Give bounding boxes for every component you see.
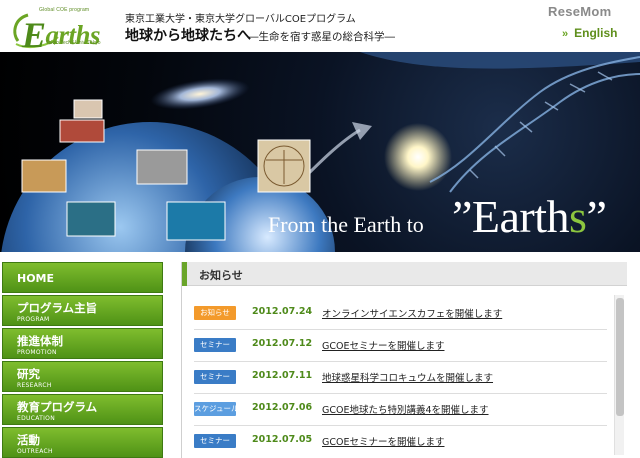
tile-fossil [73, 99, 103, 119]
news-link[interactable]: GCOEセミナーを開催します [322, 434, 444, 448]
hero-banner: From the Earth to ”Earths” [0, 52, 640, 252]
news-row: セミナー 2012.07.12 GCOEセミナーを開催します [194, 330, 607, 362]
category-badge: セミナー [194, 434, 236, 448]
site-header: Global COE program Earths Tokyo Tech / U… [0, 0, 640, 55]
category-badge: セミナー [194, 338, 236, 352]
sidebar-item-label: 研究 [17, 367, 40, 381]
sidebar-item-sublabel: PROMOTION [17, 349, 57, 356]
page-subtitle: ―生命を宿す惑星の総合科学― [248, 31, 395, 43]
news-header: お知らせ [182, 262, 627, 286]
news-row: セミナー 2012.07.05 GCOEセミナーを開催します [194, 426, 607, 458]
news-link[interactable]: GCOE地球たち特別講義4を開催します [322, 402, 489, 416]
earths-logo[interactable]: Global COE program Earths Tokyo Tech / U… [6, 3, 118, 55]
sidebar-item-label: 教育プログラム [17, 400, 98, 414]
sidebar-nav: HOME プログラム主旨 PROGRAM 推進体制 PROMOTION 研究 R… [2, 262, 163, 458]
tile-cells [136, 149, 188, 185]
news-panel: お知らせ お知らせ 2012.07.24 オンラインサイエンスカフェを開催します… [181, 262, 627, 458]
logo-wordmark: Earths [22, 11, 101, 55]
banner-main-close: ” [586, 191, 607, 242]
galaxy [150, 78, 250, 110]
sidebar-item-label: 活動 [17, 433, 40, 447]
news-link[interactable]: オンラインサイエンスカフェを開催します [322, 306, 502, 320]
news-link[interactable]: GCOEセミナーを開催します [322, 338, 444, 352]
sidebar-item-sublabel: EDUCATION [17, 415, 55, 422]
sidebar-item-label: HOME [17, 272, 55, 285]
news-row: スケジュール 2012.07.06 GCOE地球たち特別講義4を開催します [194, 394, 607, 426]
news-title: お知らせ [199, 269, 243, 282]
banner-main-s: s [569, 191, 587, 242]
banner-main-word: ”Earth [452, 191, 570, 242]
tile-octopus [166, 201, 226, 241]
sidebar-item-education[interactable]: 教育プログラム EDUCATION [2, 394, 163, 425]
sidebar-item-sublabel: RESEARCH [17, 382, 52, 389]
news-link[interactable]: 地球惑星科学コロキュウムを開催します [322, 370, 493, 384]
logo-initial: E [22, 15, 46, 55]
tile-worm [21, 159, 67, 193]
news-date: 2012.07.11 [252, 370, 313, 381]
category-badge: セミナー [194, 370, 236, 384]
news-row: お知らせ 2012.07.24 オンラインサイエンスカフェを開催します [194, 298, 607, 330]
scrollbar-thumb[interactable] [616, 298, 624, 416]
news-date: 2012.07.06 [252, 402, 313, 413]
page-title: 地球から地球たちへ [125, 28, 251, 44]
sidebar-item-home[interactable]: HOME [2, 262, 163, 293]
program-kicker: 東京工業大学・東京大学グローバルCOEプログラム [125, 14, 356, 25]
category-badge: スケジュール [194, 402, 238, 416]
category-badge: お知らせ [194, 306, 236, 320]
news-date: 2012.07.24 [252, 306, 313, 317]
sidebar-item-outreach[interactable]: 活動 OUTREACH [2, 427, 163, 458]
english-link[interactable]: » English [562, 26, 617, 40]
news-row: セミナー 2012.07.11 地球惑星科学コロキュウムを開催します [194, 362, 607, 394]
sidebar-item-promotion[interactable]: 推進体制 PROMOTION [2, 328, 163, 359]
resemom-watermark: ReseMom [548, 4, 612, 19]
sidebar-item-label: 推進体制 [17, 334, 63, 348]
tile-microbe [59, 119, 105, 143]
banner-lead-text: From the Earth to [268, 212, 424, 237]
news-date: 2012.07.05 [252, 434, 313, 445]
news-date: 2012.07.12 [252, 338, 313, 349]
tile-underwater [66, 201, 116, 237]
double-chevron-icon: » [562, 28, 569, 40]
sidebar-item-research[interactable]: 研究 RESEARCH [2, 361, 163, 392]
sidebar-item-sublabel: PROGRAM [17, 316, 50, 323]
sidebar-item-program[interactable]: プログラム主旨 PROGRAM [2, 295, 163, 326]
logo-subtitle: Tokyo Tech / Univ. Tokyo [46, 40, 101, 46]
news-header-accent [182, 262, 187, 286]
news-scrollbar[interactable] [614, 295, 624, 455]
sidebar-item-label: プログラム主旨 [17, 301, 98, 315]
sidebar-item-sublabel: OUTREACH [17, 448, 53, 455]
banner-main-text: ”Earths” [452, 190, 607, 243]
english-link-label: English [574, 26, 618, 40]
sun-glow [384, 123, 452, 191]
